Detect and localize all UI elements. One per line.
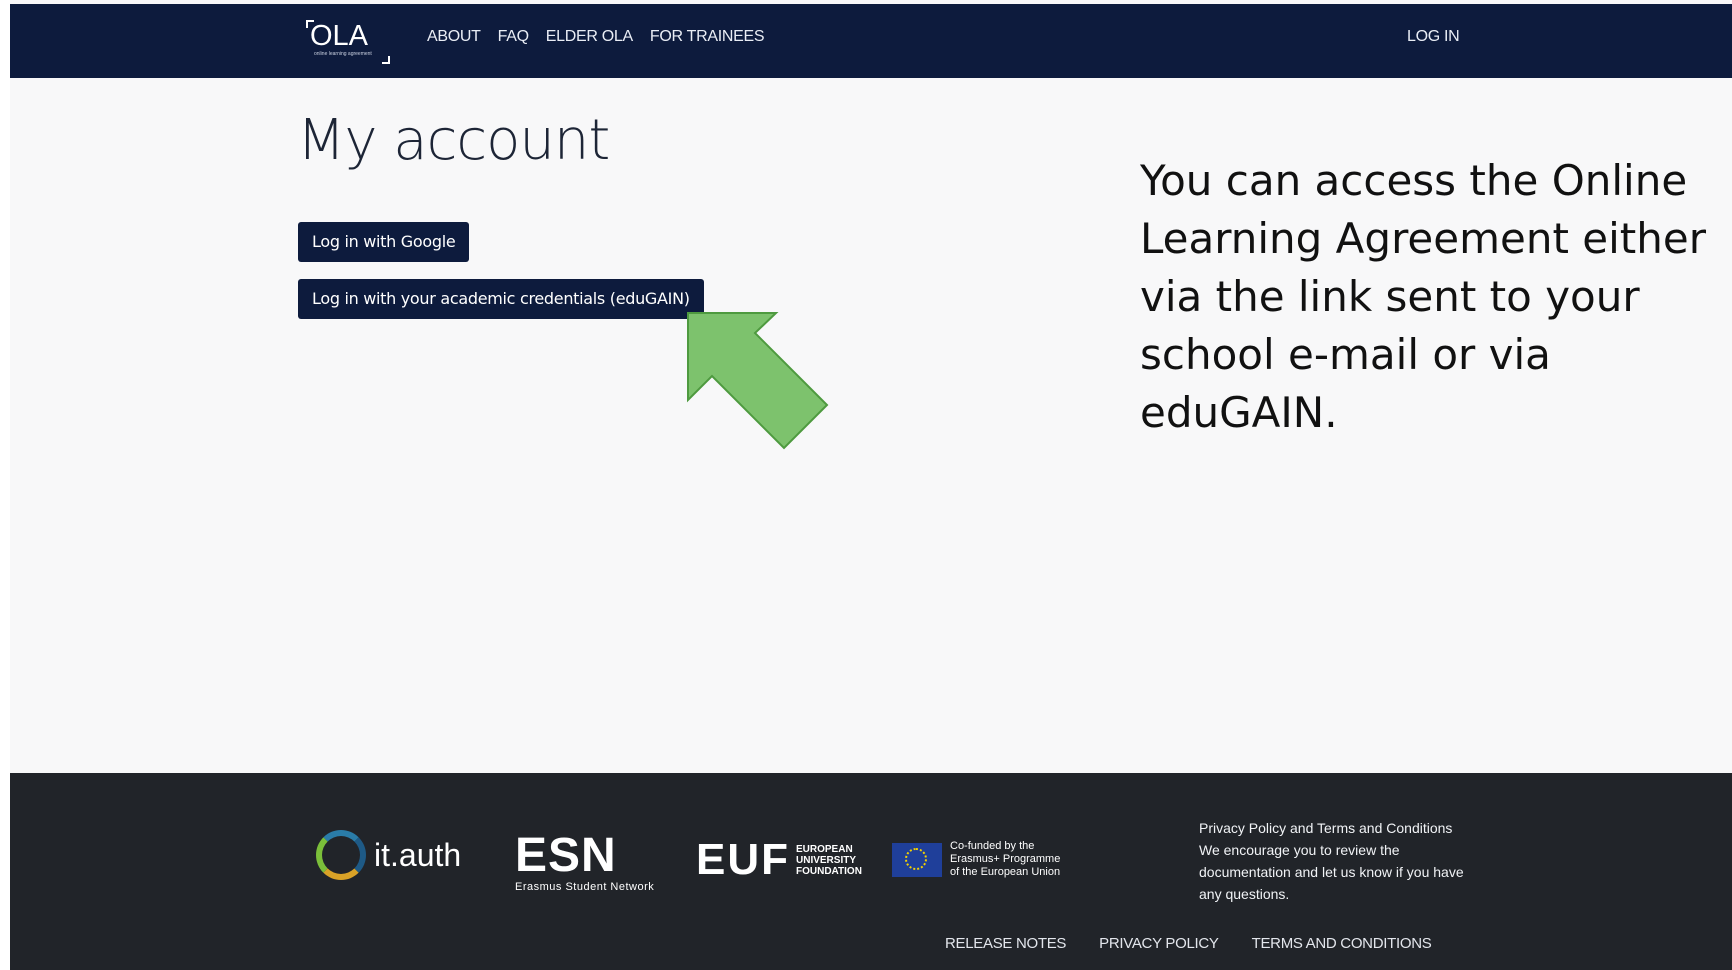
euf-subtext: EUROPEAN UNIVERSITY FOUNDATION bbox=[796, 844, 862, 877]
app-frame: OLA online learning agreement ABOUT FAQ … bbox=[10, 0, 1732, 970]
nav-elder-ola[interactable]: ELDER OLA bbox=[546, 28, 633, 46]
euf-sub-line: EUROPEAN bbox=[796, 843, 853, 855]
top-navbar: OLA online learning agreement ABOUT FAQ … bbox=[10, 4, 1732, 78]
login-link[interactable]: LOG IN bbox=[1407, 28, 1460, 46]
nav-for-trainees[interactable]: FOR TRAINEES bbox=[650, 28, 765, 46]
policy-body: We encourage you to review the documenta… bbox=[1199, 842, 1464, 902]
eu-cofunded-logo[interactable]: Co-funded by the Erasmus+ Programme of t… bbox=[892, 840, 1060, 879]
eu-line: Erasmus+ Programme bbox=[950, 853, 1061, 865]
login-edugain-button[interactable]: Log in with your academic credentials (e… bbox=[298, 279, 704, 319]
terms-link[interactable]: TERMS AND CONDITIONS bbox=[1252, 935, 1432, 952]
footer: it.auth ESN Erasmus Student Network EUF … bbox=[10, 773, 1732, 970]
nav-faq[interactable]: FAQ bbox=[498, 28, 529, 46]
privacy-policy-link[interactable]: PRIVACY POLICY bbox=[1099, 935, 1219, 952]
logo-bracket-icon bbox=[382, 56, 390, 64]
eu-flag-icon bbox=[892, 842, 942, 877]
itauth-text: it.auth bbox=[374, 836, 462, 873]
euf-sub-line: UNIVERSITY bbox=[796, 854, 857, 866]
itauth-ring-icon bbox=[316, 830, 366, 880]
eu-line: of the European Union bbox=[950, 866, 1061, 878]
itauth-logo[interactable]: it.auth bbox=[316, 830, 461, 880]
euf-logo[interactable]: EUF EUROPEAN UNIVERSITY FOUNDATION bbox=[696, 835, 862, 885]
esn-text: ESN bbox=[515, 829, 617, 882]
main-nav: ABOUT FAQ ELDER OLA FOR TRAINEES bbox=[427, 28, 781, 46]
esn-logo[interactable]: ESN Erasmus Student Network bbox=[515, 828, 654, 893]
release-notes-link[interactable]: RELEASE NOTES bbox=[945, 935, 1066, 952]
nav-about[interactable]: ABOUT bbox=[427, 28, 481, 46]
instruction-annotation: You can access the Online Learning Agree… bbox=[1140, 156, 1706, 437]
login-google-button[interactable]: Log in with Google bbox=[298, 222, 470, 262]
footer-links: RELEASE NOTES PRIVACY POLICY TERMS AND C… bbox=[945, 935, 1464, 952]
policy-heading: Privacy Policy and Terms and Conditions bbox=[1199, 820, 1453, 836]
eu-cofunded-text: Co-funded by the Erasmus+ Programme of t… bbox=[950, 840, 1060, 879]
footer-policy-text: Privacy Policy and Terms and Conditions … bbox=[1199, 817, 1469, 905]
eu-line: Co-funded by the bbox=[950, 840, 1035, 852]
logo-text: OLA bbox=[310, 20, 369, 52]
ola-logo[interactable]: OLA online learning agreement bbox=[306, 18, 396, 64]
pointer-arrow-icon bbox=[687, 312, 829, 450]
page-title: My account bbox=[297, 108, 610, 173]
esn-subtext: Erasmus Student Network bbox=[515, 881, 655, 893]
euf-sub-line: FOUNDATION bbox=[796, 865, 862, 877]
logo-subtext: online learning agreement bbox=[314, 51, 372, 57]
euf-text: EUF bbox=[696, 835, 790, 884]
